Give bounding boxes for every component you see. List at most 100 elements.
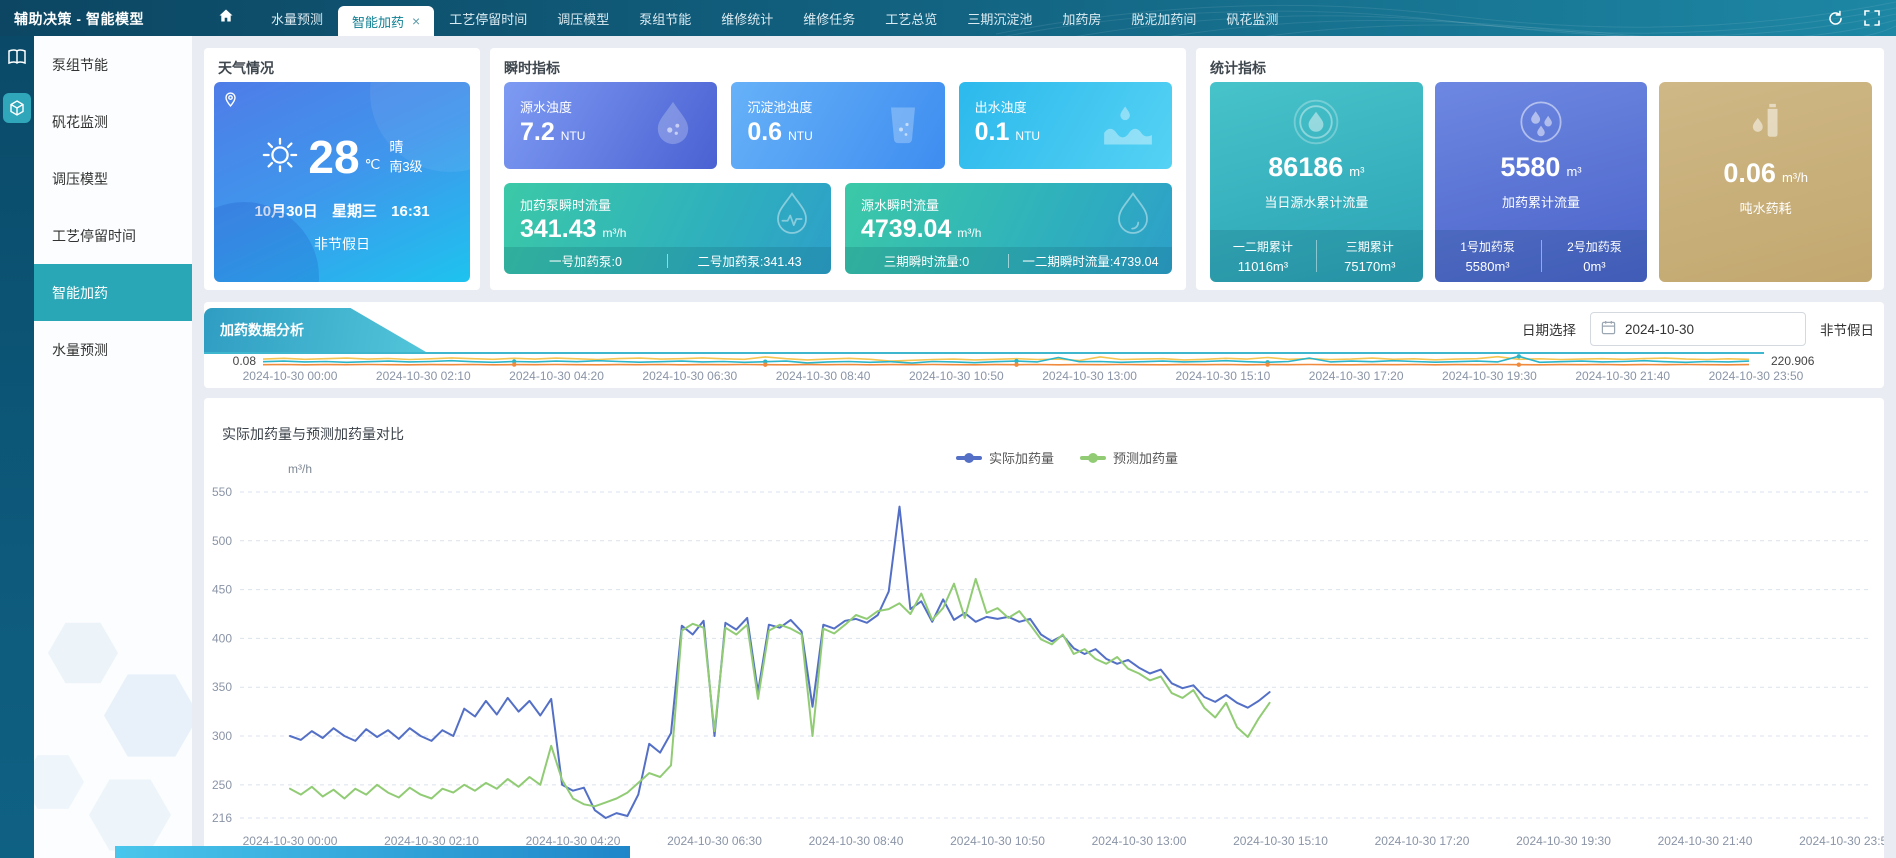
footer-label: 2号加药泵 [1542, 238, 1648, 255]
nav-tab-三期沉淀池[interactable]: 三期沉淀池 [952, 0, 1047, 36]
metric-unit: NTU [788, 129, 813, 143]
temperature-value: 28 [308, 134, 359, 180]
statistics-panel: 统计指标 86186m³ 当日源水累计流量 一二期累计 11016m³ [1196, 48, 1884, 290]
pump-2-flow: 二号加药泵:341.43 [668, 251, 831, 270]
metric-label: 沉淀池浊度 [747, 97, 812, 116]
metric-value: 4739.04 [861, 215, 951, 244]
svg-text:550: 550 [212, 485, 232, 499]
nav-tab-label: 三期沉淀池 [967, 9, 1032, 28]
date-picker-label: 日期选择 [1522, 319, 1576, 339]
weather-weekday: 星期三 [332, 203, 377, 220]
analysis-ribbon-title: 加药数据分析 [204, 308, 426, 352]
book-icon[interactable] [7, 49, 27, 65]
nav-tab-维修任务[interactable]: 维修任务 [788, 0, 870, 36]
footer-value: 11016m³ [1210, 259, 1316, 274]
nav-tab-label: 脱泥加药间 [1131, 9, 1196, 28]
stat-unit: m³/h [1782, 170, 1808, 185]
sidebar-item-智能加药[interactable]: 智能加药 [34, 264, 192, 321]
overview-x-label: 2024-10-30 13:00 [1042, 369, 1137, 383]
overview-x-label: 2024-10-30 23:50 [1709, 369, 1804, 383]
svg-text:2024-10-30 21:40: 2024-10-30 21:40 [1658, 834, 1753, 848]
phase-3-flow: 三期瞬时流量:0 [845, 251, 1008, 270]
top-metrics-row: 天气情况 [204, 48, 1884, 290]
nav-tab-调压模型[interactable]: 调压模型 [542, 0, 624, 36]
stat-label: 加药累计流量 [1435, 192, 1648, 211]
metric-card-raw-water-flow: 源水瞬时流量 4739.04m³/h 三期瞬时流量:0 一二期瞬时流量:4739… [845, 183, 1172, 274]
sidebar-item-泵组节能[interactable]: 泵组节能 [34, 36, 192, 93]
metric-value: 7.2 [520, 118, 555, 147]
hexagon-decoration [48, 618, 118, 688]
hexagon-decoration [104, 668, 192, 763]
sidebar-item-水量预测[interactable]: 水量预测 [34, 321, 192, 378]
hexagon-decoration [89, 774, 171, 856]
overview-x-label: 2024-10-30 21:40 [1575, 369, 1670, 383]
metric-label: 出水浊度 [975, 97, 1027, 116]
home-tab[interactable] [196, 0, 256, 36]
date-picker-input[interactable]: 2024-10-30 [1590, 312, 1806, 346]
phase-1-2-total: 一二期累计 11016m³ [1210, 238, 1316, 274]
date-value: 2024-10-30 [1625, 322, 1694, 337]
nav-tab-bar: 水量预测智能加药×工艺停留时间调压模型泵组节能维修统计维修任务工艺总览 三期沉淀池… [196, 0, 1293, 36]
stat-card-footer: 1号加药泵 5580m³ 2号加药泵 0m³ [1435, 230, 1648, 282]
overview-x-label: 2024-10-30 15:10 [1176, 369, 1271, 383]
nav-tab-label: 加药房 [1062, 9, 1101, 28]
holiday-label: 非节假日 [1820, 319, 1874, 339]
instant-metrics-panel: 瞬时指标 源水浊度 7.2NTU 沉淀池浊度 0.6NTU [490, 48, 1186, 290]
overview-x-label: 2024-10-30 00:00 [243, 369, 338, 383]
overview-x-label: 2024-10-30 08:40 [776, 369, 871, 383]
icon-strip [0, 36, 34, 858]
svg-text:2024-10-30 17:20: 2024-10-30 17:20 [1375, 834, 1470, 848]
pump-1-total: 1号加药泵 5580m³ [1435, 238, 1541, 274]
sediment-beaker-icon [879, 99, 927, 152]
weather-panel: 天气情况 [204, 48, 480, 290]
chemical-jug-icon [1659, 94, 1872, 150]
footer-label: 1号加药泵 [1435, 238, 1541, 255]
svg-text:2024-10-30 23:50: 2024-10-30 23:50 [1799, 834, 1884, 848]
outflow-wave-icon [1102, 102, 1154, 149]
nav-tab-label: 矾花监测 [1226, 9, 1278, 28]
sidebar-item-矾花监测[interactable]: 矾花监测 [34, 93, 192, 150]
overview-x-label: 2024-10-30 17:20 [1309, 369, 1404, 383]
nav-tab-矾花监测[interactable]: 矾花监测 [1211, 0, 1293, 36]
sidebar-menu: 泵组节能矾花监测调压模型工艺停留时间智能加药水量预测 [34, 36, 192, 858]
overview-x-label: 2024-10-30 02:10 [376, 369, 471, 383]
stat-value: 5580 [1500, 152, 1560, 183]
nav-tab-泵组节能[interactable]: 泵组节能 [624, 0, 706, 36]
fullscreen-icon[interactable] [1864, 10, 1880, 26]
pump-1-flow: 一号加药泵:0 [504, 251, 667, 270]
stat-label: 吨水药耗 [1659, 198, 1872, 217]
metric-label: 加药泵瞬时流量 [520, 195, 611, 214]
weather-card: 28 ℃ 晴 南3级 10月30日 星期三 16:31 非节假日 [214, 82, 470, 282]
footer-value: 75170m³ [1317, 259, 1423, 274]
metric-unit: NTU [561, 129, 586, 143]
sidebar-item-工艺停留时间[interactable]: 工艺停留时间 [34, 207, 192, 264]
flow-card-footer: 一号加药泵:0 二号加药泵:341.43 [504, 247, 831, 274]
date-picker-row: 日期选择 2024-10-30 非节假日 [1522, 312, 1874, 346]
nav-tab-维修统计[interactable]: 维修统计 [706, 0, 788, 36]
tab-close-icon[interactable]: × [412, 14, 420, 28]
flow-card-row: 加药泵瞬时流量 341.43m³/h 一号加药泵:0 二号加药泵:341.43 … [504, 183, 1172, 274]
overview-x-label: 2024-10-30 10:50 [909, 369, 1004, 383]
nav-tab-label: 工艺总览 [885, 9, 937, 28]
svg-text:250: 250 [212, 778, 232, 792]
svg-text:450: 450 [212, 583, 232, 597]
svg-text:2024-10-30 10:50: 2024-10-30 10:50 [950, 834, 1045, 848]
nav-tab-加药房[interactable]: 加药房 [1047, 0, 1116, 36]
metric-card-sediment-turbidity: 沉淀池浊度 0.6NTU [731, 82, 944, 169]
nav-tab-智能加药[interactable]: 智能加药× [338, 6, 434, 36]
water-drop-circle-icon [1210, 94, 1423, 150]
refresh-icon[interactable] [1827, 10, 1844, 27]
nav-tab-工艺总览[interactable]: 工艺总览 [870, 0, 952, 36]
nav-tab-label: 维修统计 [721, 9, 773, 28]
hexagon-decoration [34, 751, 84, 813]
nav-tab-label: 水量预测 [271, 9, 323, 28]
svg-text:2024-10-30 19:30: 2024-10-30 19:30 [1516, 834, 1611, 848]
stat-card-chemical-per-ton: 0.06m³/h 吨水药耗 [1659, 82, 1872, 282]
model-cube-icon[interactable] [3, 93, 31, 123]
nav-tab-工艺停留时间[interactable]: 工艺停留时间 [434, 0, 542, 36]
svg-text:350: 350 [212, 680, 232, 694]
sidebar-item-调压模型[interactable]: 调压模型 [34, 150, 192, 207]
temperature-unit: ℃ [365, 156, 381, 173]
nav-tab-脱泥加药间[interactable]: 脱泥加药间 [1116, 0, 1211, 36]
nav-tab-水量预测[interactable]: 水量预测 [256, 0, 338, 36]
